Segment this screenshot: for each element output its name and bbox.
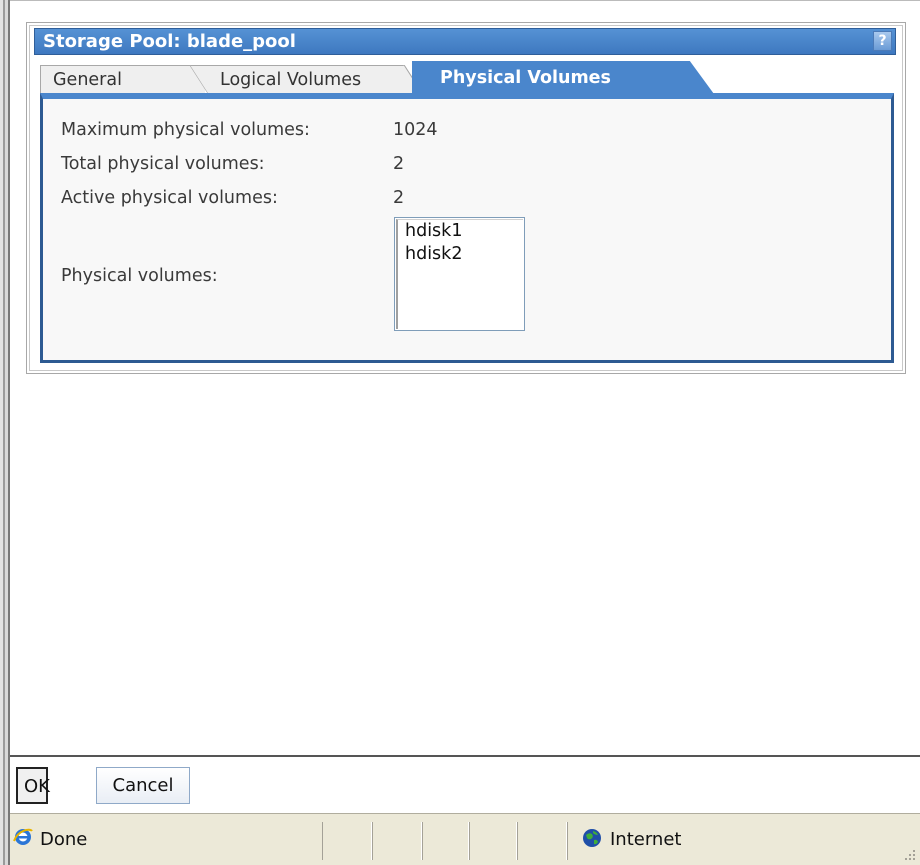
max-physical-volumes-value: 1024 [393,120,438,140]
tab-logical-volumes-label: Logical Volumes [220,70,362,90]
status-segment [422,822,469,860]
cancel-button[interactable]: Cancel [96,767,190,804]
physical-volumes-listbox[interactable]: hdisk1 hdisk2 [394,217,525,331]
ok-button[interactable]: OK [16,767,50,804]
window-frame-top [10,0,920,8]
active-physical-volumes-value: 2 [393,188,405,208]
total-physical-volumes-row: Total physical volumes: 2 [61,153,404,175]
tab-strip: General Logical Volumes Physical Volumes [40,61,900,94]
total-physical-volumes-value: 2 [393,154,405,174]
physical-volumes-list-label: Physical volumes: [61,266,218,286]
resize-grip-icon[interactable] [902,847,916,861]
status-segment [469,822,517,860]
max-physical-volumes-label: Maximum physical volumes: [61,120,310,140]
tab-physical-volumes[interactable]: Physical Volumes [412,61,714,94]
physical-volumes-list-row: Physical volumes: [61,265,218,287]
help-icon: ? [878,33,887,49]
status-segment [372,822,422,860]
active-physical-volumes-label: Active physical volumes: [61,188,278,208]
tab-physical-volumes-label: Physical Volumes [440,68,611,88]
status-segment [322,822,372,860]
internet-explorer-icon [13,828,33,845]
list-item[interactable]: hdisk1 [398,220,523,243]
help-button[interactable]: ? [873,31,892,51]
list-item[interactable]: hdisk2 [398,243,523,266]
dialog-title: Storage Pool: blade_pool [43,31,296,52]
status-segment [517,822,567,860]
storage-pool-dialog: Storage Pool: blade_pool ? General Logic… [26,22,906,374]
globe-icon [583,829,601,847]
button-bar: OK Cancel [10,755,920,811]
tab-logical-volumes[interactable]: Logical Volumes [190,65,422,94]
physical-volumes-panel: Maximum physical volumes: 1024 Total phy… [40,93,894,363]
dialog-titlebar: Storage Pool: blade_pool ? [34,28,896,55]
listbox-inner: hdisk1 hdisk2 [396,219,523,329]
window-frame-left [0,0,10,865]
internet-zone-text: Internet [610,829,682,850]
browser-status-bar: Done Internet [10,813,920,865]
total-physical-volumes-label: Total physical volumes: [61,154,265,174]
tab-general[interactable]: General [40,65,205,94]
max-physical-volumes-row: Maximum physical volumes: 1024 [61,119,438,141]
status-text: Done [40,829,88,850]
tab-general-label: General [53,70,122,90]
active-physical-volumes-row: Active physical volumes: 2 [61,187,404,209]
